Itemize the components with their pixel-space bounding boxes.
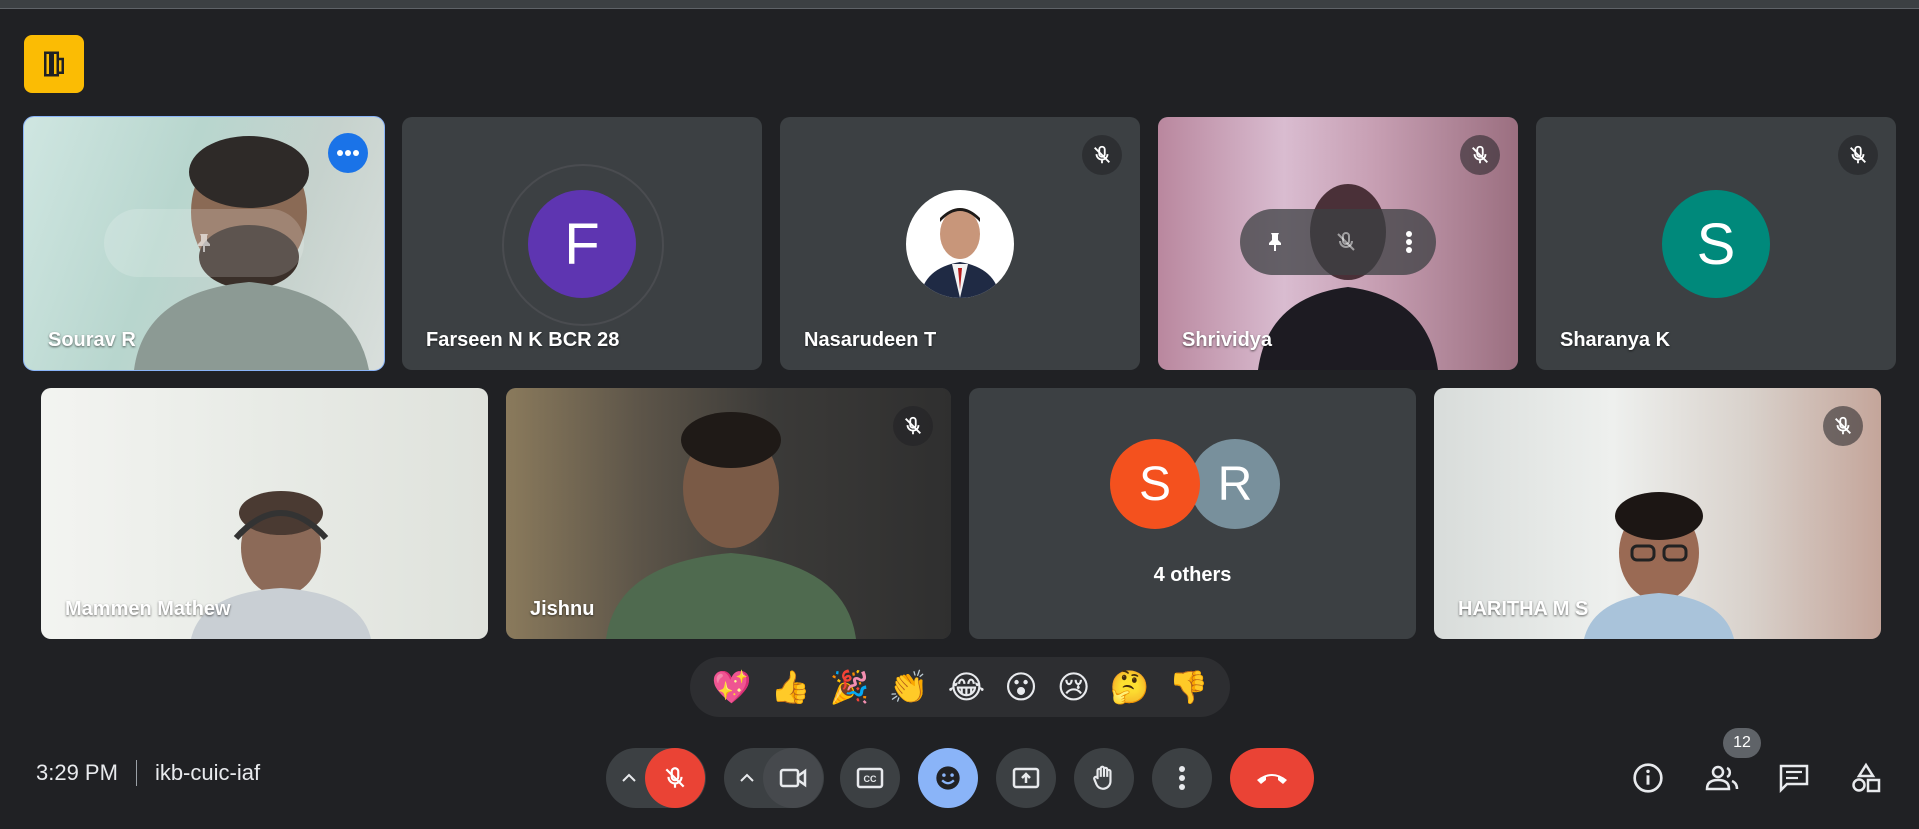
participant-tile-jishnu[interactable]: Jishnu (506, 388, 951, 639)
participant-tile-sourav[interactable]: Sourav R (23, 116, 385, 371)
more-vert-icon[interactable] (1405, 230, 1413, 254)
participant-tile-haritha[interactable]: HARITHA M S (1434, 388, 1881, 639)
participant-name: HARITHA M S (1458, 598, 1589, 620)
camera-toggle-button[interactable] (763, 748, 823, 808)
divider (135, 760, 137, 786)
chat-icon (1779, 764, 1809, 793)
mic-off-icon (1838, 135, 1878, 175)
reaction-clapping[interactable]: 👏 (889, 671, 929, 703)
profile-photo (906, 190, 1014, 298)
activities-button[interactable] (1844, 756, 1888, 800)
participant-name: Sharanya K (1560, 329, 1671, 351)
more-vert-icon (1179, 766, 1185, 790)
raise-hand-icon (1093, 765, 1112, 790)
leave-call-button[interactable] (1230, 748, 1314, 808)
reaction-surprised[interactable]: 😮 (1004, 671, 1037, 703)
others-avatar: R (1190, 439, 1280, 529)
clock: 3:29 PM (36, 760, 118, 785)
pin-icon[interactable] (1263, 230, 1287, 254)
mic-off-icon (1082, 135, 1122, 175)
reaction-thumbs-up[interactable]: 👍 (771, 671, 811, 703)
participant-tile-nasarudeen[interactable]: Nasarudeen T (780, 117, 1140, 370)
reaction-thumbs-down[interactable]: 👎 (1169, 671, 1209, 703)
reaction-thinking[interactable]: 🤔 (1110, 671, 1150, 703)
mic-off-icon (893, 406, 933, 446)
mic-toggle-button[interactable] (645, 748, 705, 808)
others-count-label: 4 others (1153, 564, 1232, 586)
browser-top-edge (0, 0, 1919, 9)
mic-off-icon (665, 767, 685, 788)
reactions-bar: 💖 👍 🎉 👏 😂 😮 😢 🤔 👎 (690, 657, 1230, 717)
others-avatar: S (1110, 439, 1200, 529)
participant-tile-farseen[interactable]: F Farseen N K BCR 28 (402, 117, 762, 370)
avatar: F (528, 190, 636, 298)
reactions-button[interactable] (918, 748, 978, 808)
info-icon (1633, 763, 1663, 793)
more-options-button[interactable] (1152, 748, 1212, 808)
more-options-button[interactable] (328, 133, 368, 173)
participant-name: Sourav R (48, 329, 136, 351)
svg-text:CC: CC (864, 774, 877, 784)
reaction-joy[interactable]: 😂 (948, 671, 985, 703)
meeting-info: 3:29 PM ikb-cuic-iaf (36, 760, 260, 786)
reaction-sparkling-heart[interactable]: 💖 (712, 671, 752, 703)
activities-icon (1852, 762, 1881, 793)
reaction-party-popper[interactable]: 🎉 (830, 671, 870, 703)
chevron-up-icon (622, 773, 636, 782)
meeting-details-button[interactable] (1626, 756, 1670, 800)
people-icon (1705, 765, 1739, 791)
end-call-icon (1257, 774, 1287, 784)
mute-participant-icon[interactable] (1334, 230, 1358, 254)
person-photo (920, 208, 1000, 298)
tile-hover-controls (104, 209, 304, 277)
mic-off-icon (1460, 135, 1500, 175)
participant-name: Farseen N K BCR 28 (426, 329, 620, 351)
participant-name: Jishnu (530, 598, 595, 620)
chevron-up-icon (740, 773, 754, 782)
participant-name: Shrividya (1182, 329, 1273, 351)
participant-tile-sharanya[interactable]: S Sharanya K (1536, 117, 1896, 370)
chat-button[interactable] (1772, 756, 1816, 800)
mic-off-icon (1823, 406, 1863, 446)
participant-tile-shrividya[interactable]: Shrividya (1158, 117, 1518, 370)
tile-hover-controls (1240, 209, 1436, 275)
raise-hand-button[interactable] (1074, 748, 1134, 808)
meeting-code[interactable]: ikb-cuic-iaf (155, 760, 260, 786)
camera-icon (779, 768, 807, 788)
participant-tile-mammen[interactable]: Mammen Mathew (41, 388, 488, 639)
emoji-icon (936, 766, 960, 790)
others-tile[interactable]: S R 4 others (969, 388, 1416, 639)
more-horiz-icon (337, 150, 359, 156)
avatar: S (1662, 190, 1770, 298)
captions-icon: CC (856, 767, 884, 789)
people-count-badge: 12 (1723, 728, 1761, 758)
present-button[interactable] (996, 748, 1056, 808)
present-icon (1012, 767, 1040, 789)
people-button[interactable] (1700, 756, 1744, 800)
captions-button[interactable]: CC (840, 748, 900, 808)
pin-icon[interactable] (192, 231, 216, 255)
breakout-room-button[interactable] (24, 35, 84, 93)
participant-name: Mammen Mathew (65, 598, 231, 620)
participant-name: Nasarudeen T (804, 329, 937, 351)
reaction-crying[interactable]: 😢 (1057, 671, 1090, 703)
room-door-icon (44, 51, 64, 77)
